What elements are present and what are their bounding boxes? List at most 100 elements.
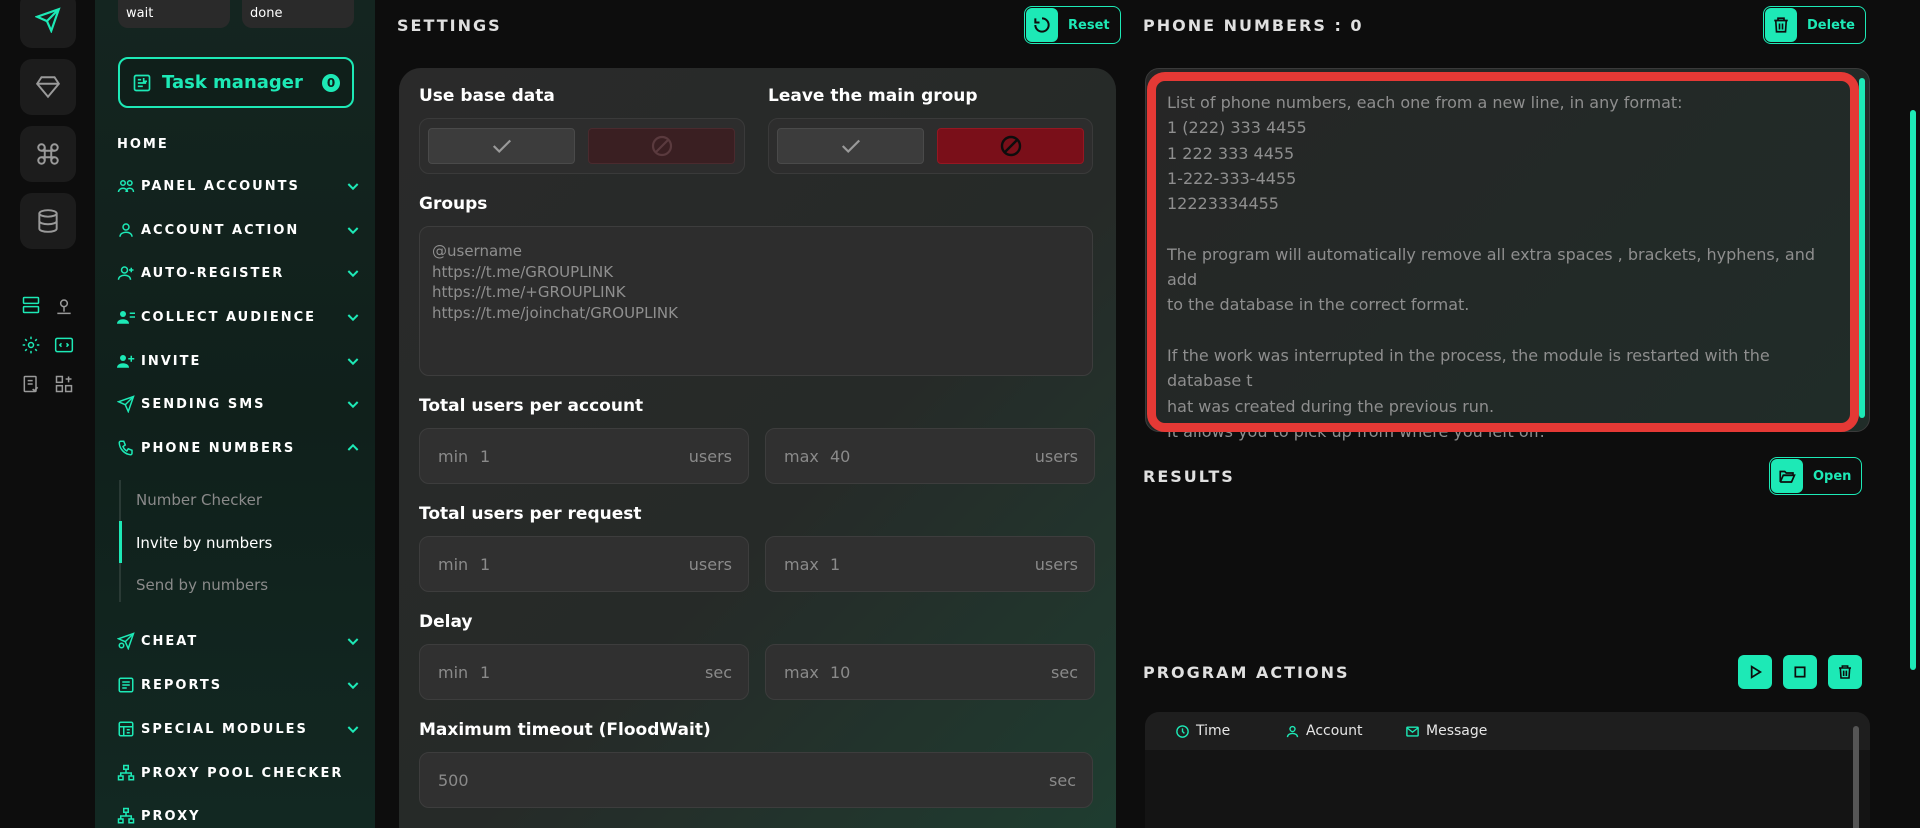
rail-server-button[interactable] xyxy=(20,294,42,316)
nav-panel-accounts[interactable]: PANEL ACCOUNTS xyxy=(117,175,361,197)
nav-proxy-pool-checker[interactable]: PROXY POOL CHECKER xyxy=(117,762,361,784)
checklist-icon xyxy=(23,375,39,393)
field-value: 10 xyxy=(830,663,851,682)
log-scrollbar[interactable] xyxy=(1853,726,1859,828)
nav-label: SPECIAL MODULES xyxy=(141,721,308,737)
highlight-box xyxy=(1147,72,1859,432)
program-actions-title: PROGRAM ACTIONS xyxy=(1143,663,1350,682)
floodwait-label: Maximum timeout (FloodWait) xyxy=(419,720,711,740)
nav-cheat[interactable]: CHEAT xyxy=(117,630,361,652)
rail-send-button[interactable] xyxy=(20,0,76,48)
min-prefix: min xyxy=(438,447,469,466)
trash-icon xyxy=(1839,665,1851,679)
rail-code-button[interactable] xyxy=(53,334,75,356)
per-request-min-input[interactable]: min 1 users xyxy=(419,536,749,592)
check-icon xyxy=(841,139,860,154)
chevron-down-icon xyxy=(347,682,359,690)
field-value: 1 xyxy=(480,447,491,466)
phone-numbers-scrollbar[interactable] xyxy=(1859,78,1865,418)
chevron-down-icon xyxy=(347,638,359,646)
play-button[interactable] xyxy=(1738,655,1772,689)
floodwait-input[interactable]: 500 sec xyxy=(419,752,1093,808)
column-time: Time xyxy=(1175,723,1230,739)
task-count-badge: 0 xyxy=(322,74,340,92)
delay-label: Delay xyxy=(419,612,473,632)
per-account-max-input[interactable]: max 40 users xyxy=(765,428,1095,484)
server-icon xyxy=(22,296,40,314)
chevron-down-icon xyxy=(347,726,359,734)
task-manager-icon xyxy=(133,74,151,91)
groups-label: Groups xyxy=(419,194,488,214)
rail-settings-button[interactable] xyxy=(20,334,42,356)
results-title: RESULTS xyxy=(1143,467,1235,486)
rail-checklist-button[interactable] xyxy=(20,373,42,395)
nav-label: INVITE xyxy=(141,353,202,369)
chevron-down-icon xyxy=(347,401,359,409)
nav-label: REPORTS xyxy=(141,677,223,693)
diamond-icon xyxy=(35,76,61,99)
nav-phone-numbers[interactable]: PHONE NUMBERS xyxy=(117,437,361,459)
delete-button[interactable]: Delete xyxy=(1763,6,1866,44)
chevron-down-icon xyxy=(347,358,359,366)
user-add-icon xyxy=(117,355,135,368)
phone-icon xyxy=(118,440,133,456)
nav-account-action[interactable]: ACCOUNT ACTION xyxy=(117,219,361,241)
icon-rail xyxy=(0,0,95,828)
modules-icon xyxy=(118,721,134,737)
delay-max-input[interactable]: max 10 sec xyxy=(765,644,1095,700)
play-icon xyxy=(1750,665,1762,679)
nav-label: PROXY POOL CHECKER xyxy=(141,765,344,781)
groups-textarea[interactable]: @username https://t.me/GROUPLINK https:/… xyxy=(419,226,1093,376)
leave-main-group-no-button[interactable] xyxy=(937,128,1084,164)
nav-proxy[interactable]: PROXY xyxy=(117,805,361,827)
per-request-max-input[interactable]: max 1 users xyxy=(765,536,1095,592)
nav-special-modules[interactable]: SPECIAL MODULES xyxy=(117,718,361,740)
nav-invite[interactable]: INVITE xyxy=(117,350,361,372)
chevron-down-icon xyxy=(347,227,359,235)
leave-main-group-yes-button[interactable] xyxy=(777,128,924,164)
nav-sending-sms[interactable]: SENDING SMS xyxy=(117,393,361,415)
nav-home[interactable]: HOME xyxy=(117,137,169,152)
stop-button[interactable] xyxy=(1783,655,1817,689)
user-icon xyxy=(1286,725,1299,737)
rail-widgets-button[interactable] xyxy=(53,373,75,395)
rail-diamond-button[interactable] xyxy=(20,59,76,115)
user-list-icon xyxy=(117,311,135,324)
field-value: 1 xyxy=(480,663,491,682)
sidebar: wait done Task manager 0 HOME PANEL ACCO… xyxy=(95,0,375,828)
rail-location-button[interactable] xyxy=(53,294,75,316)
reset-button[interactable]: Reset xyxy=(1024,6,1121,44)
column-message-label: Message xyxy=(1426,723,1488,739)
field-value: 1 xyxy=(830,555,841,574)
open-button[interactable]: Open xyxy=(1769,457,1863,495)
block-icon xyxy=(1000,135,1021,157)
page-scrollbar[interactable] xyxy=(1910,110,1916,670)
column-time-label: Time xyxy=(1196,723,1231,739)
rail-database-button[interactable] xyxy=(20,193,76,249)
sub-invite-by-numbers[interactable]: Invite by numbers xyxy=(136,534,272,552)
nav-auto-register[interactable]: AUTO-REGISTER xyxy=(117,262,361,284)
total-per-account-label: Total users per account xyxy=(419,396,644,416)
task-manager-button[interactable]: Task manager 0 xyxy=(118,57,354,108)
nav-label: CHEAT xyxy=(141,633,199,649)
nav-collect-audience[interactable]: COLLECT AUDIENCE xyxy=(117,306,361,328)
nav-label: SENDING SMS xyxy=(141,396,266,412)
clock-icon xyxy=(1176,724,1189,738)
clear-log-button[interactable] xyxy=(1828,655,1862,689)
total-per-request-label: Total users per request xyxy=(419,504,642,524)
cheat-icon xyxy=(117,632,135,650)
unit-suffix: sec xyxy=(705,663,732,682)
sub-send-by-numbers[interactable]: Send by numbers xyxy=(136,576,268,594)
paper-plane-icon xyxy=(35,7,61,33)
max-prefix: max xyxy=(784,447,819,466)
per-account-min-input[interactable]: min 1 users xyxy=(419,428,749,484)
rail-command-button[interactable] xyxy=(20,126,76,182)
nav-label: PROXY xyxy=(141,808,201,824)
use-base-data-yes-button[interactable] xyxy=(428,128,575,164)
phone-numbers-title: PHONE NUMBERS : 0 xyxy=(1143,16,1364,35)
use-base-data-no-button[interactable] xyxy=(588,128,735,164)
delay-min-input[interactable]: min 1 sec xyxy=(419,644,749,700)
folder-open-icon xyxy=(1779,470,1796,483)
nav-reports[interactable]: REPORTS xyxy=(117,674,361,696)
sub-number-checker[interactable]: Number Checker xyxy=(136,491,262,509)
